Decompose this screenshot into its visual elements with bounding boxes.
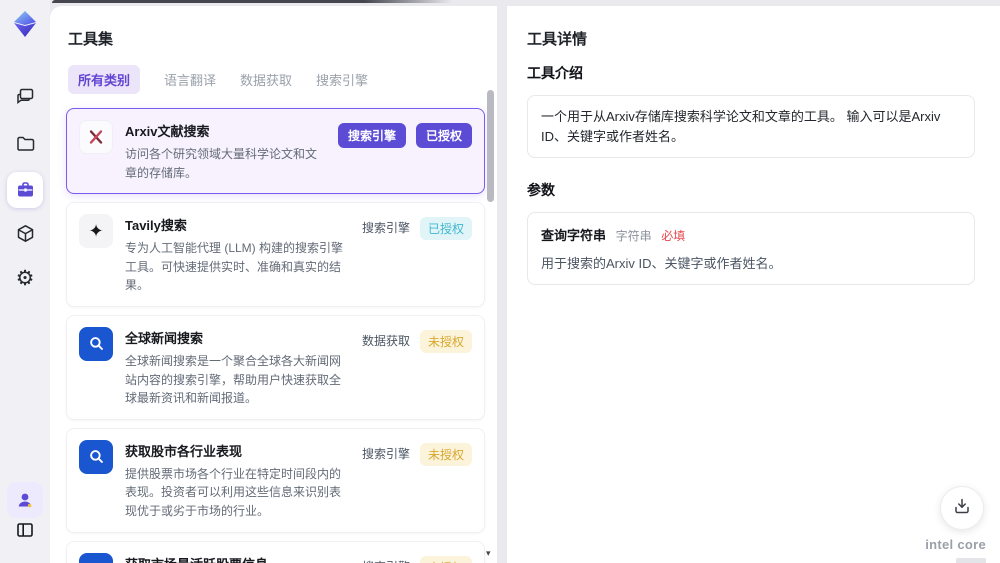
detail-panel-title: 工具详情 xyxy=(527,31,588,48)
scroll-down-arrow[interactable]: ▾ xyxy=(486,548,491,559)
user-icon xyxy=(15,490,35,510)
tool-name: 获取市场最活跃股票信息 xyxy=(125,554,350,563)
param-required-flag: 必填 xyxy=(661,229,686,243)
status-badge: 未授权 xyxy=(419,555,472,563)
category-label: 数据获取 xyxy=(361,333,410,348)
parameter-box: 查询字符串 字符串 必填 用于搜索的Arxiv ID、关键字或作者姓名。 xyxy=(527,212,975,285)
folder-icon xyxy=(15,133,36,154)
download-icon xyxy=(952,496,972,521)
param-description: 用于搜索的Arxiv ID、关键字或作者姓名。 xyxy=(541,256,782,271)
briefcase-icon xyxy=(15,180,36,201)
tool-description: 全球新闻搜索是一个聚合全球各大新闻网站内容的搜索引擎，帮助用户快速获取全球最新资… xyxy=(125,353,342,406)
gear-icon: ⚙ xyxy=(15,266,35,290)
status-badge: 未授权 xyxy=(419,329,472,353)
tool-card-most-active-stocks[interactable]: 获取市场最活跃股票信息 提供当天交易量最高的股票列表，投资者可以利用这些信息来识… xyxy=(66,540,485,563)
tool-name: Tavily搜索 xyxy=(125,218,187,234)
category-label: 搜索引擎 xyxy=(361,221,410,236)
tool-description: 访问各个研究领域大量科学论文和文章的存储库。 xyxy=(125,147,318,180)
intel-core-logo: intel core xyxy=(925,537,986,563)
category-label: 搜索引擎 xyxy=(362,556,410,563)
sidebar-item-files[interactable] xyxy=(7,125,43,161)
tool-card-global-news[interactable]: 全球新闻搜索 全球新闻搜索是一个聚合全球各大新闻网站内容的搜索引擎，帮助用户快速… xyxy=(66,314,485,420)
status-badge: 已授权 xyxy=(419,217,472,241)
arxiv-logo-icon xyxy=(79,120,113,154)
scrollbar-thumb[interactable] xyxy=(487,90,494,202)
tab-search-engine[interactable]: 搜索引擎 xyxy=(316,65,368,94)
list-scrollbar[interactable]: ▾ xyxy=(486,84,494,558)
stock-search-icon xyxy=(79,439,113,474)
tool-description: 专为人工智能代理 (LLM) 构建的搜索引擎工具。可快速提供实时、准确和真实的结… xyxy=(125,241,344,293)
sidebar-rail: ⚙ xyxy=(0,0,50,563)
intro-section-heading: 工具介绍 xyxy=(527,65,583,81)
tool-card-sector-performance[interactable]: 获取股市各行业表现 提供股票市场各个行业在特定时间段内的表现。投资者可以利用这些… xyxy=(66,427,485,533)
intel-ultra-badge xyxy=(956,558,986,563)
sidebar-item-panel-toggle[interactable] xyxy=(7,512,43,548)
news-search-icon xyxy=(79,326,113,361)
tool-card-arxiv[interactable]: Arxiv文献搜索 访问各个研究领域大量科学论文和文章的存储库。 搜索引擎 已授… xyxy=(66,108,485,195)
tool-name: 获取股市各行业表现 xyxy=(125,443,243,459)
tool-name: 全球新闻搜索 xyxy=(125,330,204,346)
tool-detail-panel: 工具详情 工具介绍 一个用于从Arxiv存储库搜索科学论文和文章的工具。 输入可… xyxy=(507,6,1000,563)
page-title: 工具集 xyxy=(68,31,114,48)
tool-card-tavily[interactable]: ✦ Tavily搜索 专为人工智能代理 (LLM) 构建的搜索引擎工具。可快速提… xyxy=(66,202,485,307)
sidebar-item-models[interactable] xyxy=(7,215,43,251)
stock-search-icon xyxy=(79,552,113,563)
category-badge[interactable]: 搜索引擎 xyxy=(337,123,406,148)
category-tabs: 所有类别 语言翻译 数据获取 搜索引擎 xyxy=(68,65,481,94)
param-name: 查询字符串 xyxy=(541,228,607,243)
tools-panel: 工具集 所有类别 语言翻译 数据获取 搜索引擎 Arxiv文献搜索 访问各个研究… xyxy=(50,6,497,563)
tavily-star-icon: ✦ xyxy=(79,214,113,249)
tool-description: 提供股票市场各个行业在特定时间段内的表现。投资者可以利用这些信息来识别表现优于或… xyxy=(125,466,342,518)
status-badge: 未授权 xyxy=(419,442,472,466)
sidebar-item-settings[interactable]: ⚙ xyxy=(7,260,43,296)
tab-data-fetch[interactable]: 数据获取 xyxy=(240,65,292,94)
sidebar-item-chat[interactable] xyxy=(7,78,43,114)
params-section-heading: 参数 xyxy=(527,182,555,198)
chat-icon xyxy=(15,86,36,107)
status-badge[interactable]: 已授权 xyxy=(415,123,472,148)
param-type: 字符串 xyxy=(615,229,652,243)
download-button[interactable] xyxy=(940,486,984,530)
cube-icon xyxy=(15,223,36,244)
sidebar-item-tools[interactable] xyxy=(7,172,43,208)
tool-name: Arxiv文献搜索 xyxy=(125,124,210,139)
panel-layout-icon xyxy=(15,520,35,540)
tool-card-list: Arxiv文献搜索 访问各个研究领域大量科学论文和文章的存储库。 搜索引擎 已授… xyxy=(66,108,485,563)
tab-language-translation[interactable]: 语言翻译 xyxy=(164,65,216,94)
tool-intro-box: 一个用于从Arxiv存储库搜索科学论文和文章的工具。 输入可以是Arxiv ID… xyxy=(527,95,975,158)
app-logo xyxy=(9,8,41,40)
category-label: 搜索引擎 xyxy=(361,446,410,461)
window-top-edge xyxy=(52,0,452,3)
tab-all-categories[interactable]: 所有类别 xyxy=(68,65,141,94)
intel-brand-text: intel core xyxy=(925,537,986,552)
